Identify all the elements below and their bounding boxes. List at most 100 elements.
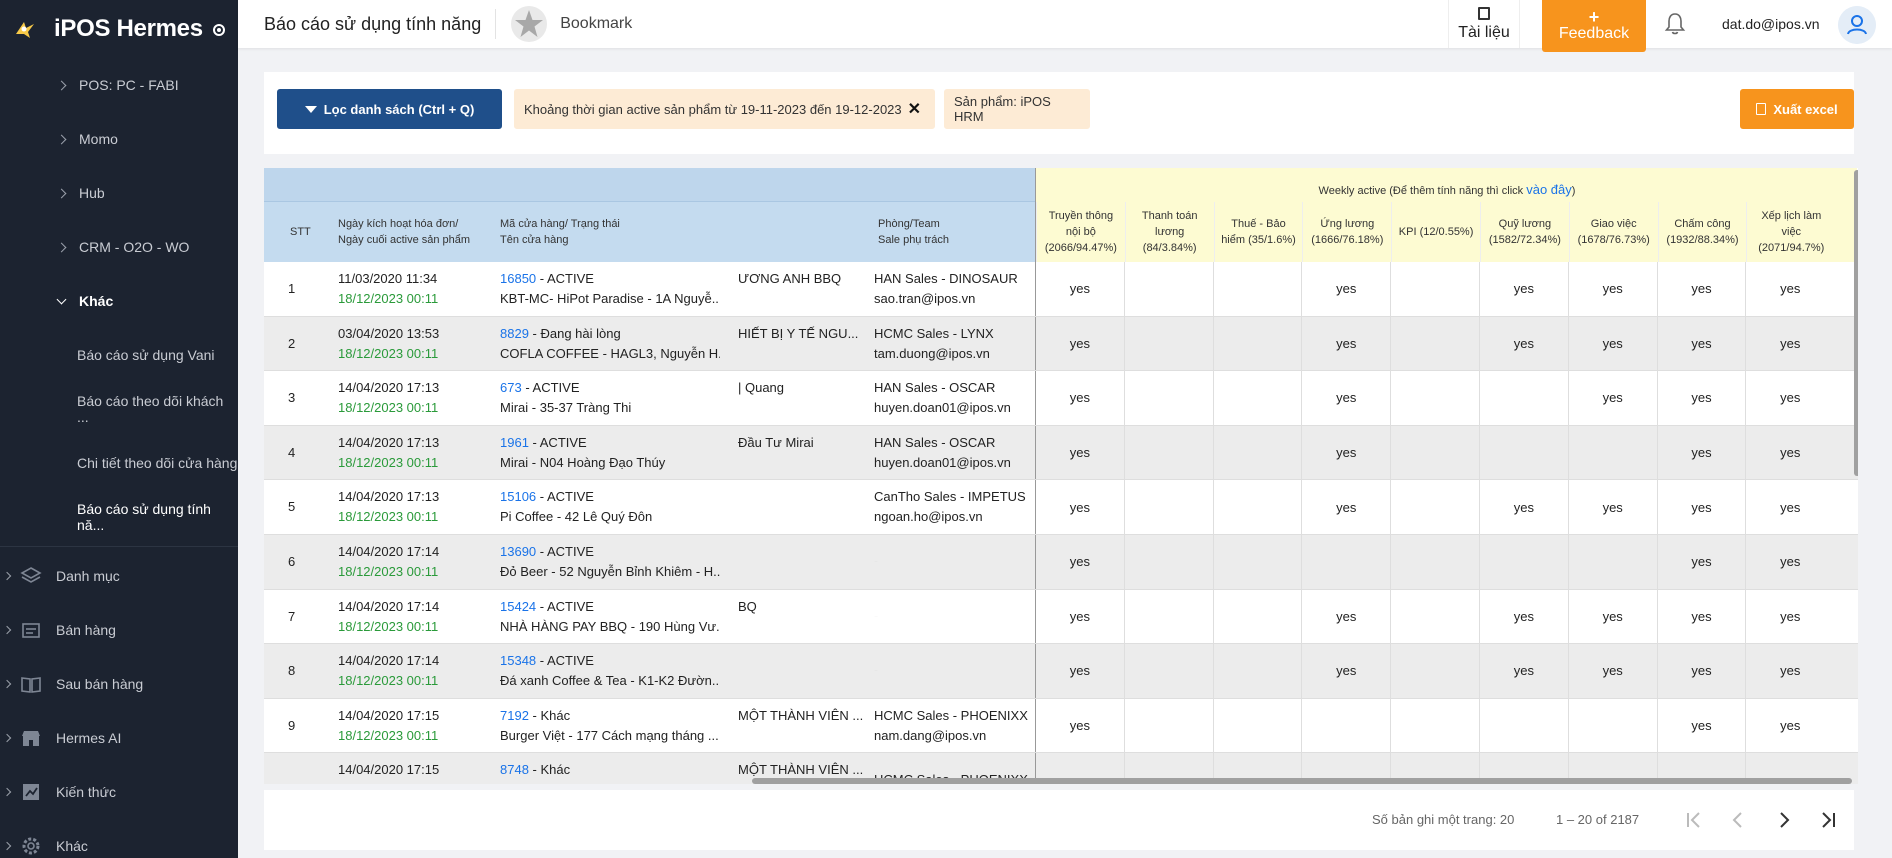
sidebar-item-3[interactable]: CRM - O2O - WO: [0, 220, 238, 274]
horizontal-scrollbar[interactable]: [752, 778, 1852, 784]
table-row[interactable]: 6 14/04/2020 17:14 18/12/2023 00:11 13690 -…: [264, 535, 1858, 590]
star-icon[interactable]: [510, 5, 548, 43]
sidebar-subitem-0[interactable]: Báo cáo sử dụng Vani: [0, 328, 238, 382]
team-name: -: [874, 608, 879, 617]
store-name: Đỏ Beer - 52 Nguyễn Bỉnh Khiêm - H...: [500, 564, 720, 579]
store-code-link[interactable]: 15348: [500, 653, 536, 668]
sidebar-main-item-5[interactable]: Khác: [0, 819, 238, 858]
activation-date: 14/04/2020 17:14: [338, 653, 440, 669]
table-row[interactable]: 3 14/04/2020 17:13 18/12/2023 00:11 673 - A…: [264, 371, 1858, 426]
store-code-link[interactable]: 7192: [500, 708, 529, 723]
sidebar-item-4[interactable]: Khác: [0, 274, 238, 328]
sidebar-main-item-2[interactable]: Sau bán hàng: [0, 657, 238, 711]
store-code-status: 15106 - ACTIVE: [500, 487, 720, 507]
date-filter-label: Khoảng thời gian active sản phẩm từ 19-1…: [524, 101, 902, 117]
header-feature-line: (1678/76.73%): [1577, 234, 1650, 246]
store-code-link[interactable]: 1961: [500, 435, 529, 450]
gear-icon: [22, 837, 40, 855]
sidebar-subitem-2[interactable]: Chi tiết theo dõi cửa hàng: [0, 436, 238, 490]
sidebar-item-0[interactable]: POS: PC - FABI: [0, 58, 238, 112]
sidebar-item-label: POS: PC - FABI: [79, 77, 179, 93]
store-code-status: 16850 - ACTIVE: [500, 269, 720, 289]
table-row[interactable]: 5 14/04/2020 17:13 18/12/2023 00:11 15106 -…: [264, 480, 1858, 535]
sale-email: tam.duong@ipos.vn: [874, 345, 990, 361]
feature-cell: [1212, 589, 1302, 644]
team-name: HAN Sales - OSCAR: [874, 434, 996, 450]
table-row[interactable]: 1 11/03/2020 11:34 18/12/2023 00:11 16850 -…: [264, 262, 1858, 317]
row-stt: 6: [288, 554, 296, 569]
header-team-line1: Phòng/Team: [878, 218, 940, 230]
add-feature-link[interactable]: vào đây: [1526, 182, 1572, 197]
sidebar-main-item-3[interactable]: Hermes AI: [0, 711, 238, 765]
chevron-right-icon: [56, 242, 67, 252]
header-feature-line: việc: [1781, 226, 1802, 238]
table-row[interactable]: 8 14/04/2020 17:14 18/12/2023 00:11 15348 -…: [264, 644, 1858, 699]
bookmark-label[interactable]: Bookmark: [560, 15, 632, 33]
last-page-icon[interactable]: [1816, 808, 1840, 832]
store-code-link[interactable]: 8748: [500, 762, 529, 777]
table-row[interactable]: 9 14/04/2020 17:15 18/12/2023 00:11 7192 - …: [264, 698, 1858, 754]
store-code-link[interactable]: 15424: [500, 599, 536, 614]
row-company: Đầu Tư Mirai: [738, 434, 814, 450]
feature-cell: [1390, 644, 1479, 698]
sidebar-subitem-1[interactable]: Báo cáo theo dõi khách ...: [0, 382, 238, 436]
next-page-icon[interactable]: [1772, 808, 1796, 832]
sidebar-item-1[interactable]: Momo: [0, 112, 238, 166]
header-team-line2: Sale phụ trách: [878, 234, 949, 246]
feature-cell: yes: [1745, 480, 1834, 534]
table-row[interactable]: 4 14/04/2020 17:13 18/12/2023 00:11 1961 - …: [264, 425, 1858, 481]
close-icon[interactable]: ✕: [908, 99, 921, 119]
store-name: COFLA COFFEE - HAGL3, Nguyễn H...: [500, 345, 720, 361]
page-size-label[interactable]: Số bản ghi một trang: 20: [1372, 812, 1514, 827]
table-row[interactable]: 7 14/04/2020 17:14 18/12/2023 00:11 15424 -…: [264, 589, 1858, 645]
sidebar-subitem-3[interactable]: Báo cáo sử dụng tính nă...: [0, 490, 238, 544]
docs-button[interactable]: Tài liệu: [1448, 0, 1520, 48]
store-code-link[interactable]: 673: [500, 380, 522, 395]
sidebar-item-label: Hub: [79, 185, 105, 201]
filter-list-button[interactable]: Lọc danh sách (Ctrl + Q): [277, 89, 502, 129]
feature-cell: [1390, 535, 1479, 589]
target-icon[interactable]: [212, 24, 225, 36]
feature-cell: yes: [1745, 371, 1834, 425]
previous-page-icon[interactable]: [1726, 808, 1750, 832]
feature-cell: [1123, 644, 1213, 698]
feature-cell: yes: [1301, 589, 1390, 644]
feature-cell: [1301, 535, 1390, 589]
store-code-link[interactable]: 13690: [500, 544, 536, 559]
report-table: STT Ngày kích hoạt hóa đơn/ Ngày cuối ac…: [264, 168, 1858, 784]
row-team: HAN Sales - DINOSAUR sao.tran@ipos.vn: [874, 269, 1034, 309]
feature-cell: yes: [1567, 480, 1657, 534]
store-code-link[interactable]: 16850: [500, 271, 536, 286]
filter-button-label: Lọc danh sách (Ctrl + Q): [323, 101, 475, 117]
store-code-status: 1961 - ACTIVE: [500, 433, 720, 453]
user-avatar-icon[interactable]: [1838, 6, 1876, 44]
store-status: - ACTIVE: [536, 271, 594, 286]
last-active-date: 18/12/2023 00:11: [338, 673, 439, 689]
sale-email: huyen.doan01@ipos.vn: [874, 400, 1011, 416]
sidebar-divider: [0, 546, 238, 547]
layers-icon: [20, 567, 42, 583]
book-open-icon: [21, 677, 41, 693]
store-code-link[interactable]: 8829: [500, 326, 529, 341]
feedback-label: Feedback: [1558, 25, 1630, 42]
bell-icon[interactable]: [1662, 11, 1688, 37]
store-code-link[interactable]: 15106: [500, 489, 536, 504]
sidebar-item-2[interactable]: Hub: [0, 166, 238, 220]
table-header-band: [264, 168, 1035, 202]
feedback-button[interactable]: + Feedback: [1542, 0, 1646, 52]
product-filter-label: Sản phẩm: iPOS HRM: [954, 94, 1051, 124]
user-email[interactable]: dat.do@ipos.vn: [1722, 16, 1820, 32]
feature-cell: [1123, 535, 1213, 589]
vertical-scrollbar[interactable]: [1854, 170, 1858, 476]
store-status: - Khác: [528, 762, 571, 778]
sidebar-main-item-0[interactable]: Danh mục: [0, 549, 238, 603]
activation-date: 11/03/2020 11:34: [338, 271, 438, 286]
cart-icon: [22, 623, 40, 638]
first-page-icon[interactable]: [1682, 808, 1706, 832]
sidebar-main-item-4[interactable]: Kiến thức: [0, 765, 238, 819]
sidebar-main-item-1[interactable]: Bán hàng: [0, 603, 238, 657]
feature-cell: [1123, 698, 1213, 753]
export-excel-button[interactable]: Xuất excel: [1740, 89, 1854, 129]
feature-cell: [1567, 425, 1657, 480]
table-row[interactable]: 2 03/04/2020 13:53 18/12/2023 00:11 8829 - …: [264, 316, 1858, 372]
